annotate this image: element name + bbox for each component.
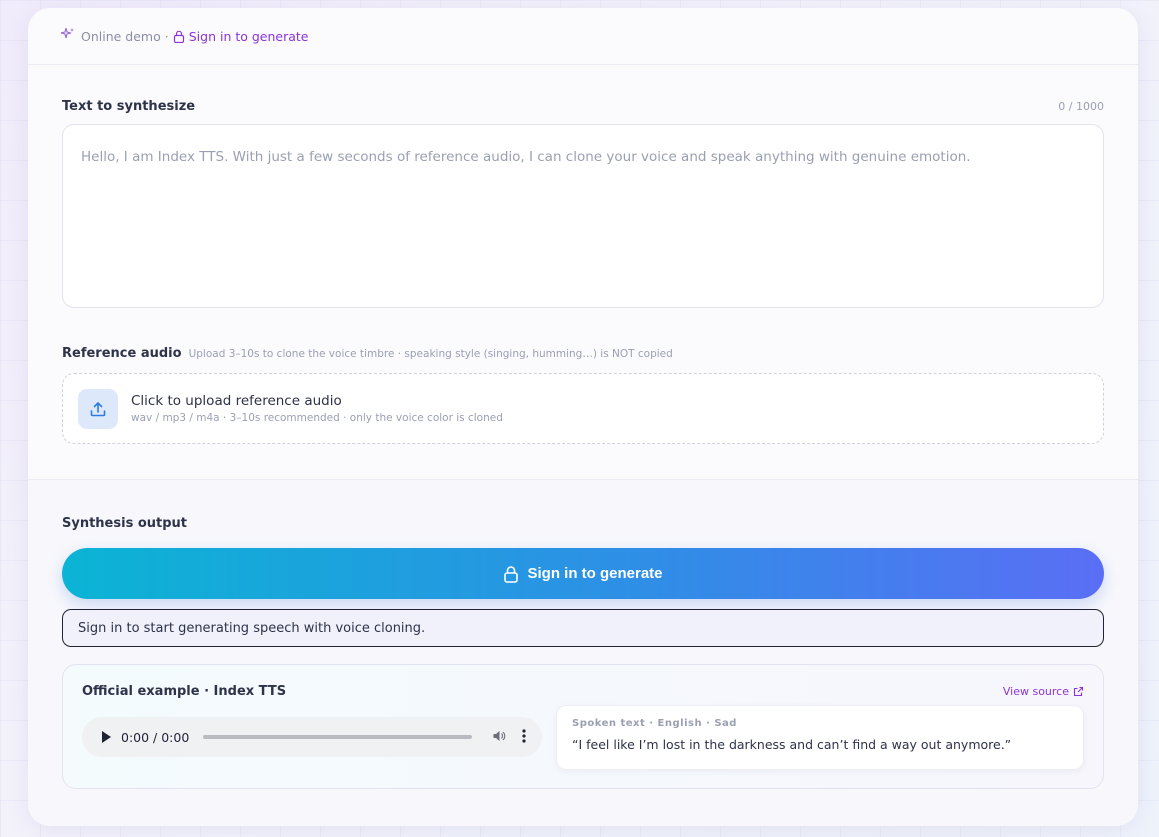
volume-icon[interactable] <box>492 729 506 746</box>
generate-button[interactable]: Sign in to generate <box>62 548 1104 599</box>
spoken-text-meta: Spoken text · English · Sad <box>572 718 737 729</box>
audio-progress-track[interactable] <box>203 735 472 739</box>
reference-audio-label: Reference audio <box>62 346 182 361</box>
char-count: 0 / 1000 <box>1058 100 1104 113</box>
upload-dropzone[interactable]: Click to upload reference audio wav / mp… <box>62 373 1104 444</box>
more-options-icon[interactable] <box>522 728 526 746</box>
lock-icon <box>504 565 519 583</box>
upload-title: Click to upload reference audio <box>131 393 342 409</box>
audio-time: 0:00 / 0:00 <box>121 729 190 745</box>
generate-button-label: Sign in to generate <box>527 565 663 582</box>
separator: · <box>164 28 169 44</box>
signin-link[interactable]: Sign in to generate <box>173 29 309 44</box>
lock-icon <box>173 30 184 43</box>
reference-audio-hint: Upload 3–10s to clone the voice timbre ·… <box>188 348 673 360</box>
external-link-icon <box>1073 686 1084 697</box>
top-bar: Online demo · Sign in to generate <box>28 8 1138 65</box>
text-label: Text to synthesize <box>62 99 196 114</box>
view-source-label: View source <box>1002 685 1069 698</box>
spoken-text-card: Spoken text · English · Sad “I feel like… <box>556 705 1084 770</box>
view-source-link[interactable]: View source <box>1003 685 1084 698</box>
online-demo-label: Online demo <box>81 28 161 44</box>
tts-demo-card: Online demo · Sign in to generate Text t… <box>28 8 1138 826</box>
play-icon[interactable] <box>102 731 111 743</box>
status-message: Sign in to start generating speech with … <box>62 609 1104 647</box>
sparkles-icon <box>60 27 75 45</box>
signin-link-label: Sign in to generate <box>188 28 309 44</box>
audio-player: 0:00 / 0:00 <box>82 717 542 757</box>
synthesis-output-label: Synthesis output <box>62 516 188 531</box>
upload-subtitle: wav / mp3 / m4a · 3–10s recommended · on… <box>131 412 503 424</box>
spoken-text: “I feel like I’m lost in the darkness an… <box>572 737 1012 752</box>
input-section: Text to synthesize 0 / 1000 Hello, I am … <box>28 65 1138 480</box>
output-section: Synthesis output Sign in to generate Sig… <box>28 480 1138 826</box>
official-example: Official example · Index TTS View source… <box>62 664 1104 789</box>
upload-icon <box>78 388 118 429</box>
text-input[interactable]: Hello, I am Index TTS. With just a few s… <box>62 124 1104 308</box>
example-title: Official example · Index TTS <box>82 684 287 699</box>
